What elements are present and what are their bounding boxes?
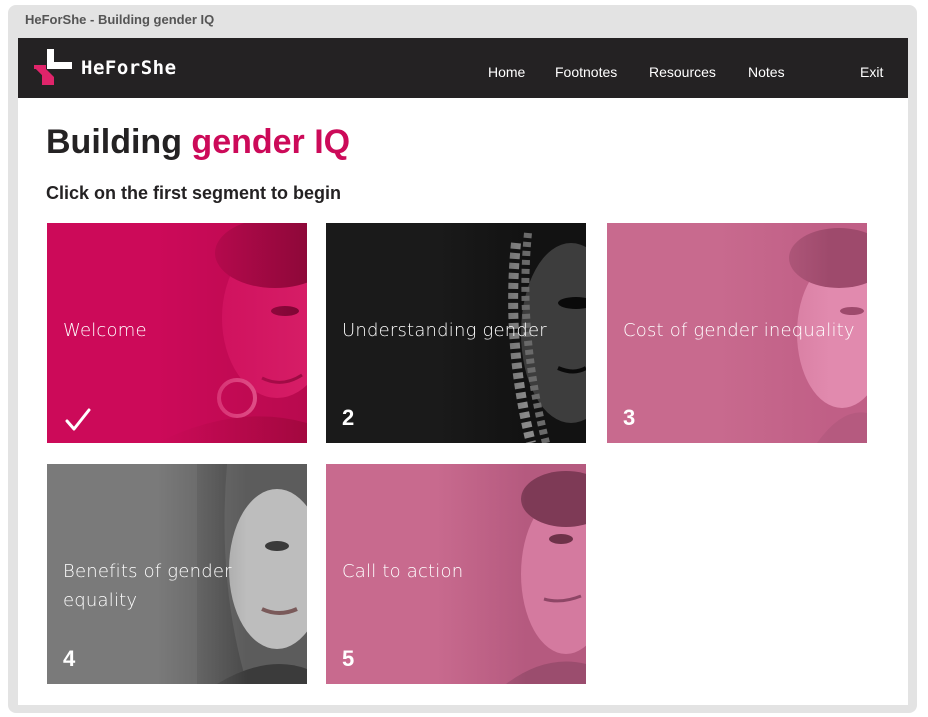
segment-title: Cost of gender inequality bbox=[623, 320, 855, 341]
segment-tile-welcome[interactable]: Welcome bbox=[47, 223, 307, 443]
page-title-plain: Building bbox=[46, 123, 182, 161]
checkmark-icon bbox=[65, 408, 91, 431]
segment-tile-cost-of-gender-inequality[interactable]: Cost of gender inequality 3 bbox=[607, 223, 867, 443]
nav-notes-link[interactable]: Notes bbox=[748, 64, 785, 80]
segment-title: Welcome bbox=[63, 320, 147, 341]
top-navigation-bar: HeForShe Home Footnotes Resources Notes … bbox=[18, 38, 908, 98]
segment-tile-benefits-of-gender-equality[interactable]: Benefits of gender equality 4 bbox=[47, 464, 307, 684]
nav-exit-link[interactable]: Exit bbox=[860, 64, 883, 80]
nav-home-link[interactable]: Home bbox=[488, 64, 525, 80]
instruction-text: Click on the first segment to begin bbox=[46, 183, 342, 203]
window-title: HeForShe - Building gender IQ bbox=[25, 12, 215, 27]
segment-title: Understanding gender bbox=[342, 320, 547, 341]
segment-title: Benefits of gender equality bbox=[63, 561, 232, 611]
segment-title: Call to action bbox=[342, 561, 464, 582]
segment-number: 5 bbox=[342, 646, 355, 671]
segment-tile-call-to-action[interactable]: Call to action 5 bbox=[326, 464, 586, 684]
page-title: Building gender IQ bbox=[46, 123, 350, 162]
brand-name: HeForShe bbox=[81, 57, 177, 79]
heforshe-logo-icon bbox=[34, 49, 72, 85]
app-content: HeForShe Home Footnotes Resources Notes … bbox=[18, 38, 908, 705]
segment-number: 2 bbox=[342, 405, 355, 430]
segment-tile-understanding-gender[interactable]: Understanding gender 2 bbox=[326, 223, 586, 443]
segment-number: 3 bbox=[623, 405, 636, 430]
nav-footnotes-link[interactable]: Footnotes bbox=[555, 64, 617, 80]
nav-resources-link[interactable]: Resources bbox=[649, 64, 716, 80]
page-title-accent: gender IQ bbox=[191, 123, 351, 161]
segment-number: 4 bbox=[63, 646, 76, 671]
